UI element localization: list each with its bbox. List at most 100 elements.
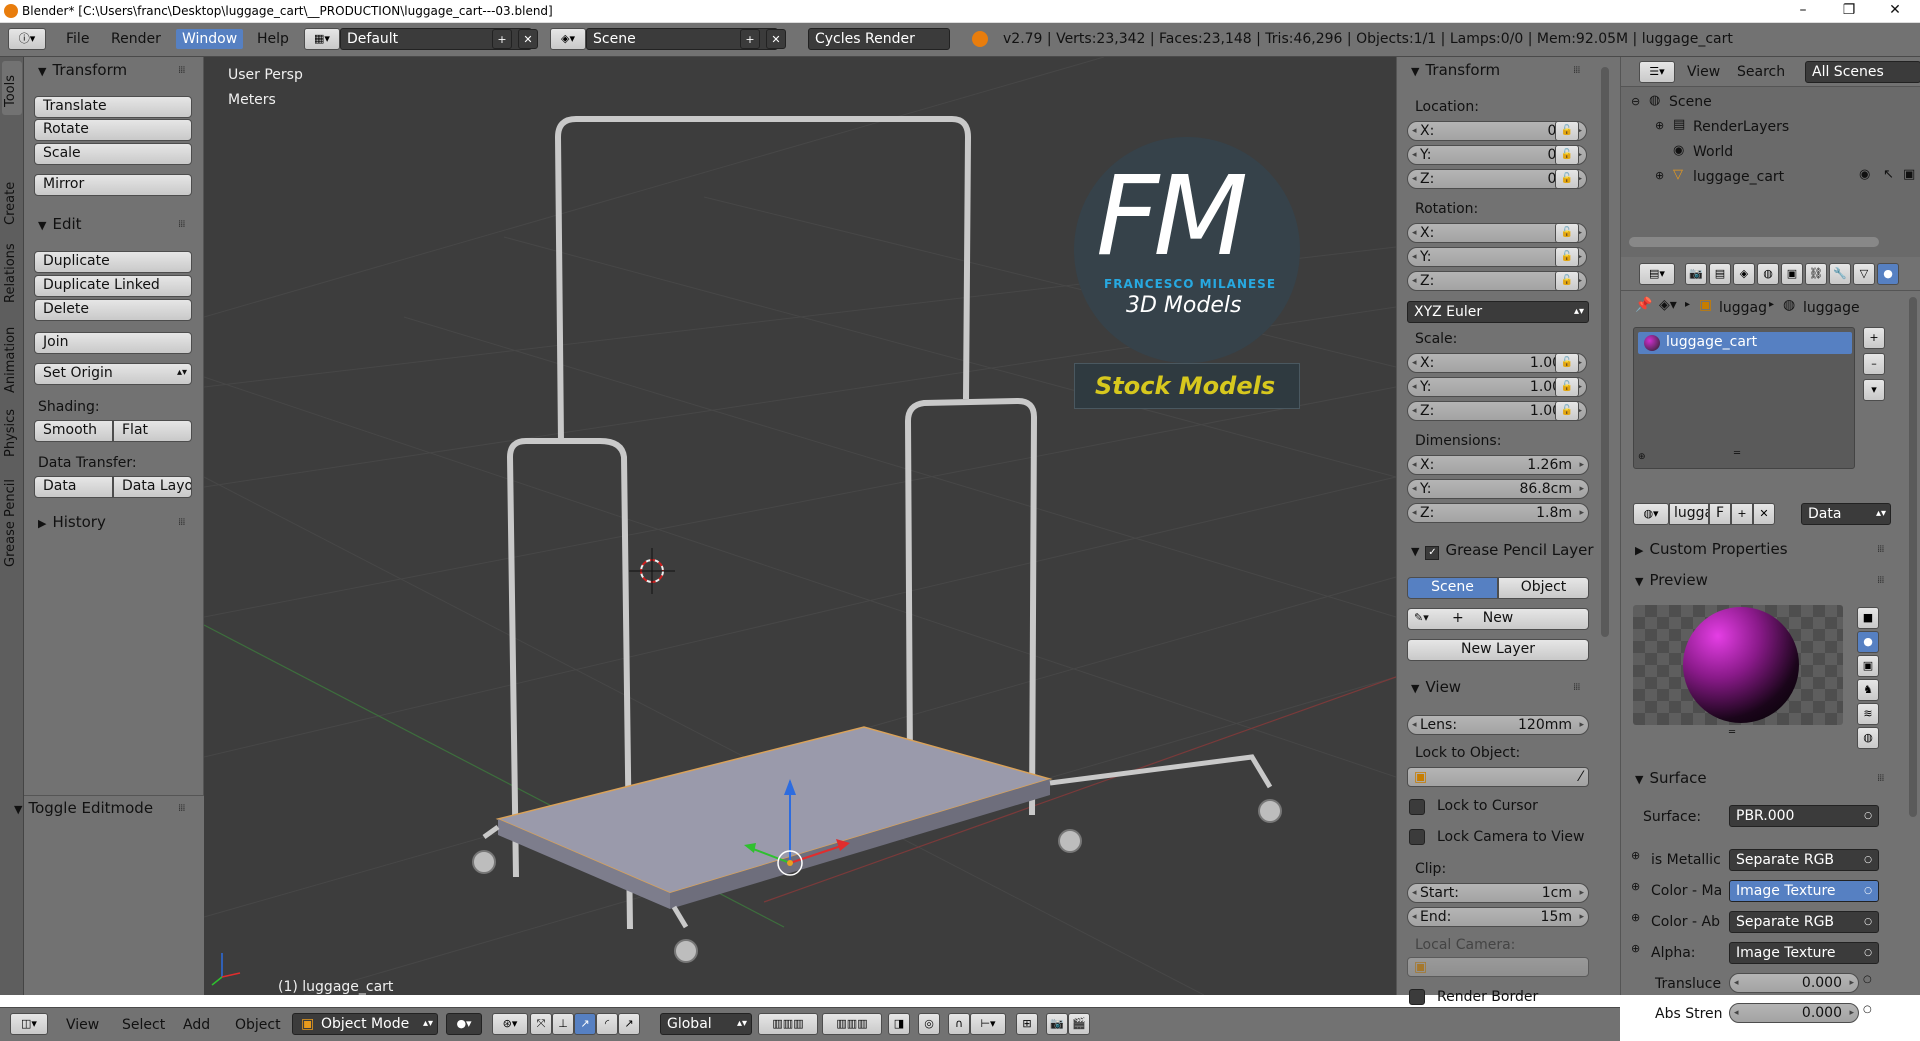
lock-object-field[interactable]: ▣ ⁄ [1407, 767, 1589, 787]
lock-icon[interactable]: 🔓 [1555, 223, 1579, 243]
gp-new-button[interactable]: ✎▾ + New [1407, 608, 1589, 630]
transform-orientation-select[interactable]: Global ▴▾ [660, 1013, 752, 1035]
material-link-select[interactable]: Data ▴▾ [1801, 503, 1891, 525]
constraints-tab-icon[interactable]: ⛓ [1805, 263, 1827, 285]
duplicate-linked-button[interactable]: Duplicate Linked [34, 275, 192, 297]
menu-window[interactable]: Window [176, 29, 244, 49]
socket-icon[interactable]: ○ [1863, 1004, 1872, 1015]
viewport-shading-icon[interactable]: ●▾ [446, 1013, 482, 1035]
slot-menu-icon[interactable]: ▾ [1863, 379, 1885, 401]
lock-icon[interactable]: 🔓 [1555, 169, 1579, 189]
smooth-button[interactable]: Smooth [34, 420, 113, 442]
gp-object-toggle[interactable]: Object [1498, 577, 1589, 599]
gp-scene-toggle[interactable]: Scene [1407, 577, 1498, 599]
tab-create[interactable]: Create [3, 182, 18, 225]
lock-icon[interactable]: 🔓 [1555, 145, 1579, 165]
clip-end-field[interactable]: ◂ End: 15m ▸ [1407, 907, 1589, 927]
data-tab-icon[interactable]: ▽ [1853, 263, 1875, 285]
panel-grip-icon[interactable]: ⁞⁞⁞ [1877, 575, 1884, 586]
tab-relations[interactable]: Relations [3, 243, 18, 303]
socket-icon[interactable]: ○ [1863, 974, 1872, 985]
view-menu[interactable]: View [66, 1017, 99, 1033]
manipulator-toggle-icon[interactable]: ⤧ [530, 1013, 552, 1035]
snap-target-icon[interactable]: ⊞ [1016, 1013, 1038, 1035]
input-color-ma-select[interactable]: Image Texture ○ [1729, 880, 1879, 902]
translate-button[interactable]: Translate [34, 96, 192, 118]
snap-toggle-icon[interactable]: ∩ [948, 1013, 970, 1035]
proportional-edit-icon[interactable]: ◎ [918, 1013, 940, 1035]
outliner-item-renderlayers[interactable]: RenderLayers [1693, 119, 1789, 135]
outliner-hscrollbar[interactable] [1629, 237, 1879, 247]
translate-manipulator-icon[interactable]: ⊥ [552, 1013, 574, 1035]
outliner-item-world[interactable]: World [1693, 144, 1733, 160]
panel-grip-icon[interactable]: ⁞⁞⁞ [1877, 773, 1884, 784]
outliner-search-menu[interactable]: Search [1737, 64, 1785, 80]
dimension-z-field[interactable]: ◂ Z: 1.8m ▸ [1407, 503, 1589, 523]
opengl-render-icon[interactable]: 📷 [1046, 1013, 1068, 1035]
preview-cube-icon[interactable]: ▣ [1857, 655, 1879, 677]
expand-input-icon[interactable]: ⊕ [1631, 880, 1640, 893]
layers-grid-2-icon[interactable]: ▥▥▥ [822, 1013, 882, 1035]
lock-icon[interactable]: 🔓 [1555, 247, 1579, 267]
material-browse-icon[interactable]: ◍▾ [1633, 503, 1669, 525]
transform-space-icon[interactable]: ↗ [618, 1013, 640, 1035]
list-resize-grip[interactable]: ═ [1734, 448, 1740, 459]
rotate-button[interactable]: Rotate [34, 119, 192, 141]
properties-scrollbar[interactable] [1601, 67, 1609, 637]
grease-pencil-layer-header[interactable]: ▼ ✓ Grease Pencil Layer [1411, 541, 1594, 560]
render-camera-icon[interactable]: ▣ [1903, 167, 1915, 182]
render-tab-icon[interactable]: 📷 [1685, 263, 1707, 285]
outliner-editor-icon[interactable]: ☰▾ [1639, 61, 1675, 83]
material-tab-icon[interactable]: ● [1877, 263, 1899, 285]
pivot-point-icon[interactable]: ⊛▾ [492, 1013, 528, 1035]
lock-icon[interactable]: 🔓 [1555, 121, 1579, 141]
material-slot-selected[interactable]: luggage_cart [1638, 332, 1852, 354]
toggle-editmode-header[interactable]: ▼ Toggle Editmode [14, 799, 153, 817]
mirror-button[interactable]: Mirror [34, 174, 192, 196]
unlink-material-icon[interactable]: ✕ [1753, 503, 1775, 525]
layers-grid-icon[interactable]: ▥▥▥ [758, 1013, 818, 1035]
preview-flat-icon[interactable]: ■ [1857, 607, 1879, 629]
select-arrow-icon[interactable]: ↖ [1883, 167, 1894, 182]
world-tab-icon[interactable]: ◍ [1757, 263, 1779, 285]
input-color-ab-select[interactable]: Separate RGB ○ [1729, 911, 1879, 933]
panel-grip-icon[interactable]: ⁞⁞⁞ [178, 219, 185, 230]
material-slots-list[interactable]: luggage_cart ═ ⊕ [1633, 327, 1855, 469]
input-metallic-select[interactable]: Separate RGB ○ [1729, 849, 1879, 871]
preview-hair-icon[interactable]: ≋ [1857, 703, 1879, 725]
new-material-icon[interactable]: + [1731, 503, 1753, 525]
lock-icon[interactable]: 🔓 [1555, 271, 1579, 291]
dimension-y-field[interactable]: ◂ Y: 86.8cm ▸ [1407, 479, 1589, 499]
duplicate-button[interactable]: Duplicate [34, 251, 192, 273]
clip-start-field[interactable]: ◂ Start: 1cm ▸ [1407, 883, 1589, 903]
lens-field[interactable]: ◂ Lens: 120mm ▸ [1407, 715, 1589, 735]
lock-icon[interactable]: 🔓 [1555, 401, 1579, 421]
preview-header[interactable]: ▼ Preview [1635, 571, 1708, 589]
delete-button[interactable]: Delete [34, 299, 192, 321]
input-alpha-select[interactable]: Image Texture ○ [1729, 942, 1879, 964]
remove-scene-icon[interactable]: ✕ [766, 29, 786, 49]
remove-slot-icon[interactable]: – [1863, 353, 1885, 375]
data-transfer-button[interactable]: Data [34, 476, 113, 498]
outliner-display-select[interactable]: All Scenes [1805, 61, 1920, 83]
collapse-icon[interactable]: ⊖ [1631, 95, 1640, 108]
expand-icon[interactable]: ⊕ [1655, 119, 1664, 132]
editor-type-info-icon[interactable]: ⓘ▾ [8, 28, 46, 50]
expand-input-icon[interactable]: ⊕ [1631, 849, 1640, 862]
properties-editor-icon[interactable]: ▤▾ [1639, 263, 1675, 285]
renderlayer-tab-icon[interactable]: ▤ [1709, 263, 1731, 285]
set-origin-select[interactable]: Set Origin ▴▾ [34, 363, 192, 385]
local-camera-field[interactable]: ▣ [1407, 957, 1589, 977]
list-filter-icon[interactable]: ⊕ [1638, 452, 1646, 462]
flat-button[interactable]: Flat [113, 420, 192, 442]
panel-grip-icon[interactable]: ⁞⁞⁞ [178, 65, 185, 76]
data-layout-transfer-button[interactable]: Data Layo [113, 476, 192, 498]
rotate-manipulator-icon[interactable]: ↗ [574, 1013, 596, 1035]
snap-element-icon[interactable]: ⊢▾ [970, 1013, 1006, 1035]
lock-camera-checkbox[interactable] [1409, 829, 1425, 845]
expand-input-icon[interactable]: ⊕ [1631, 911, 1640, 924]
tab-physics[interactable]: Physics [3, 409, 18, 457]
menu-render[interactable]: Render [111, 31, 161, 47]
properties-editor-scrollbar[interactable] [1909, 297, 1917, 817]
rotation-mode-select[interactable]: XYZ Euler ▴▾ [1407, 301, 1589, 323]
